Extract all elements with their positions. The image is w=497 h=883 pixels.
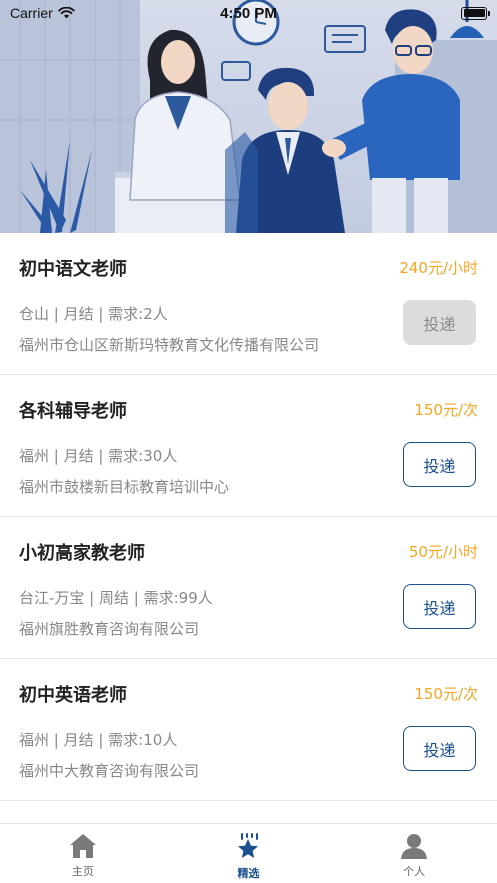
apply-button[interactable]: 投递 [403, 726, 476, 771]
wifi-icon [58, 7, 75, 19]
status-bar: Carrier 4:50 PM [0, 0, 497, 26]
tab-featured[interactable]: 精选 [188, 824, 308, 883]
hero-banner[interactable] [0, 0, 497, 233]
tab-label: 主页 [71, 865, 94, 878]
job-meta: 仓山 | 月结 | 需求:2人 [19, 305, 168, 323]
status-time: 4:50 PM [220, 4, 277, 22]
job-company: 福州旗胜教育咨询有限公司 [19, 620, 200, 638]
tab-label: 精选 [237, 867, 260, 880]
job-company: 福州中大教育咨询有限公司 [19, 762, 200, 780]
tab-profile[interactable]: 个人 [354, 824, 474, 883]
apply-button[interactable]: 投递 [403, 300, 476, 345]
apply-button[interactable]: 投递 [403, 584, 476, 629]
carrier-group: Carrier [10, 5, 75, 21]
job-title: 各科辅导老师 [19, 401, 127, 422]
star-icon [238, 833, 259, 858]
carrier-label: Carrier [10, 5, 53, 21]
job-meta: 福州 | 月结 | 需求:10人 [19, 731, 178, 749]
job-salary: 150元/次 [414, 685, 478, 703]
job-meta: 福州 | 月结 | 需求:30人 [19, 447, 178, 465]
job-title: 初中语文老师 [19, 259, 127, 280]
tab-bar: 主页 精选 个人 [0, 823, 497, 883]
tab-label: 个人 [403, 865, 426, 878]
job-list: 初中语文老师 240元/小时 仓山 | 月结 | 需求:2人 福州市仓山区新斯玛… [0, 233, 497, 801]
office-illustration [0, 0, 497, 233]
job-company: 福州市仓山区新斯玛特教育文化传播有限公司 [19, 336, 320, 354]
job-salary: 50元/小时 [408, 543, 478, 561]
job-salary: 150元/次 [414, 401, 478, 419]
job-card[interactable]: 初中英语老师 150元/次 福州 | 月结 | 需求:10人 福州中大教育咨询有… [0, 659, 497, 801]
job-title: 初中英语老师 [19, 685, 127, 706]
home-icon [69, 834, 96, 858]
job-meta: 台江-万宝 | 周结 | 需求:99人 [19, 589, 213, 607]
job-title: 小初高家教老师 [19, 543, 145, 564]
apply-button[interactable]: 投递 [403, 442, 476, 487]
battery-icon [461, 6, 490, 20]
job-card[interactable]: 小初高家教老师 50元/小时 台江-万宝 | 周结 | 需求:99人 福州旗胜教… [0, 517, 497, 659]
job-salary: 240元/小时 [399, 259, 478, 277]
job-card[interactable]: 初中语文老师 240元/小时 仓山 | 月结 | 需求:2人 福州市仓山区新斯玛… [0, 233, 497, 375]
job-company: 福州市鼓楼新目标教育培训中心 [19, 478, 230, 496]
job-card[interactable]: 各科辅导老师 150元/次 福州 | 月结 | 需求:30人 福州市鼓楼新目标教… [0, 375, 497, 517]
person-icon [401, 834, 428, 859]
tab-home[interactable]: 主页 [23, 824, 143, 883]
